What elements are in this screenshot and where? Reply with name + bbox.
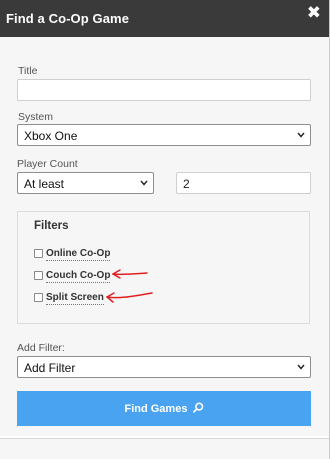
couch-coop-checkbox[interactable]: [34, 271, 43, 280]
find-games-label: Find Games: [124, 403, 188, 415]
annotation-arrow-icon: [106, 292, 153, 303]
add-filter-label: Add Filter:: [17, 342, 65, 354]
filters-heading: Filters: [34, 220, 69, 232]
add-filter-select[interactable]: Add Filter: [17, 356, 311, 378]
dialog-titlebar: Find a Co-Op Game ✖: [0, 0, 329, 37]
player-count-label: Player Count: [17, 158, 78, 170]
player-count-mode-select[interactable]: At least: [17, 172, 154, 194]
filters-panel: Filters Online Co-Op Couch Co-Op Split S…: [17, 211, 310, 324]
find-coop-dialog: Find a Co-Op Game ✖ Title System Xbox On…: [0, 0, 330, 459]
title-input[interactable]: [17, 79, 311, 101]
system-select[interactable]: Xbox One: [17, 124, 311, 146]
annotation-arrow-icon: [112, 269, 148, 279]
title-label: Title: [18, 65, 38, 77]
chevron-down-icon: [297, 132, 305, 138]
chevron-down-icon: [140, 180, 148, 186]
chevron-down-icon: [297, 364, 305, 370]
couch-coop-label[interactable]: Couch Co-Op: [46, 270, 111, 283]
player-count-value: 2: [183, 177, 190, 191]
close-icon[interactable]: ✖: [307, 3, 321, 23]
online-coop-checkbox[interactable]: [34, 249, 43, 258]
system-label: System: [18, 111, 54, 123]
split-screen-checkbox[interactable]: [34, 293, 43, 302]
search-icon: [192, 402, 203, 413]
dialog-footer: [0, 439, 329, 459]
online-coop-label[interactable]: Online Co-Op: [46, 248, 111, 261]
system-select-value: Xbox One: [24, 129, 78, 143]
find-games-button[interactable]: Find Games: [17, 391, 311, 426]
player-count-mode-value: At least: [24, 177, 65, 191]
add-filter-value: Add Filter: [24, 361, 76, 375]
split-screen-label[interactable]: Split Screen: [46, 292, 104, 305]
player-count-input[interactable]: 2: [176, 172, 311, 194]
dialog-title: Find a Co-Op Game: [6, 11, 130, 26]
